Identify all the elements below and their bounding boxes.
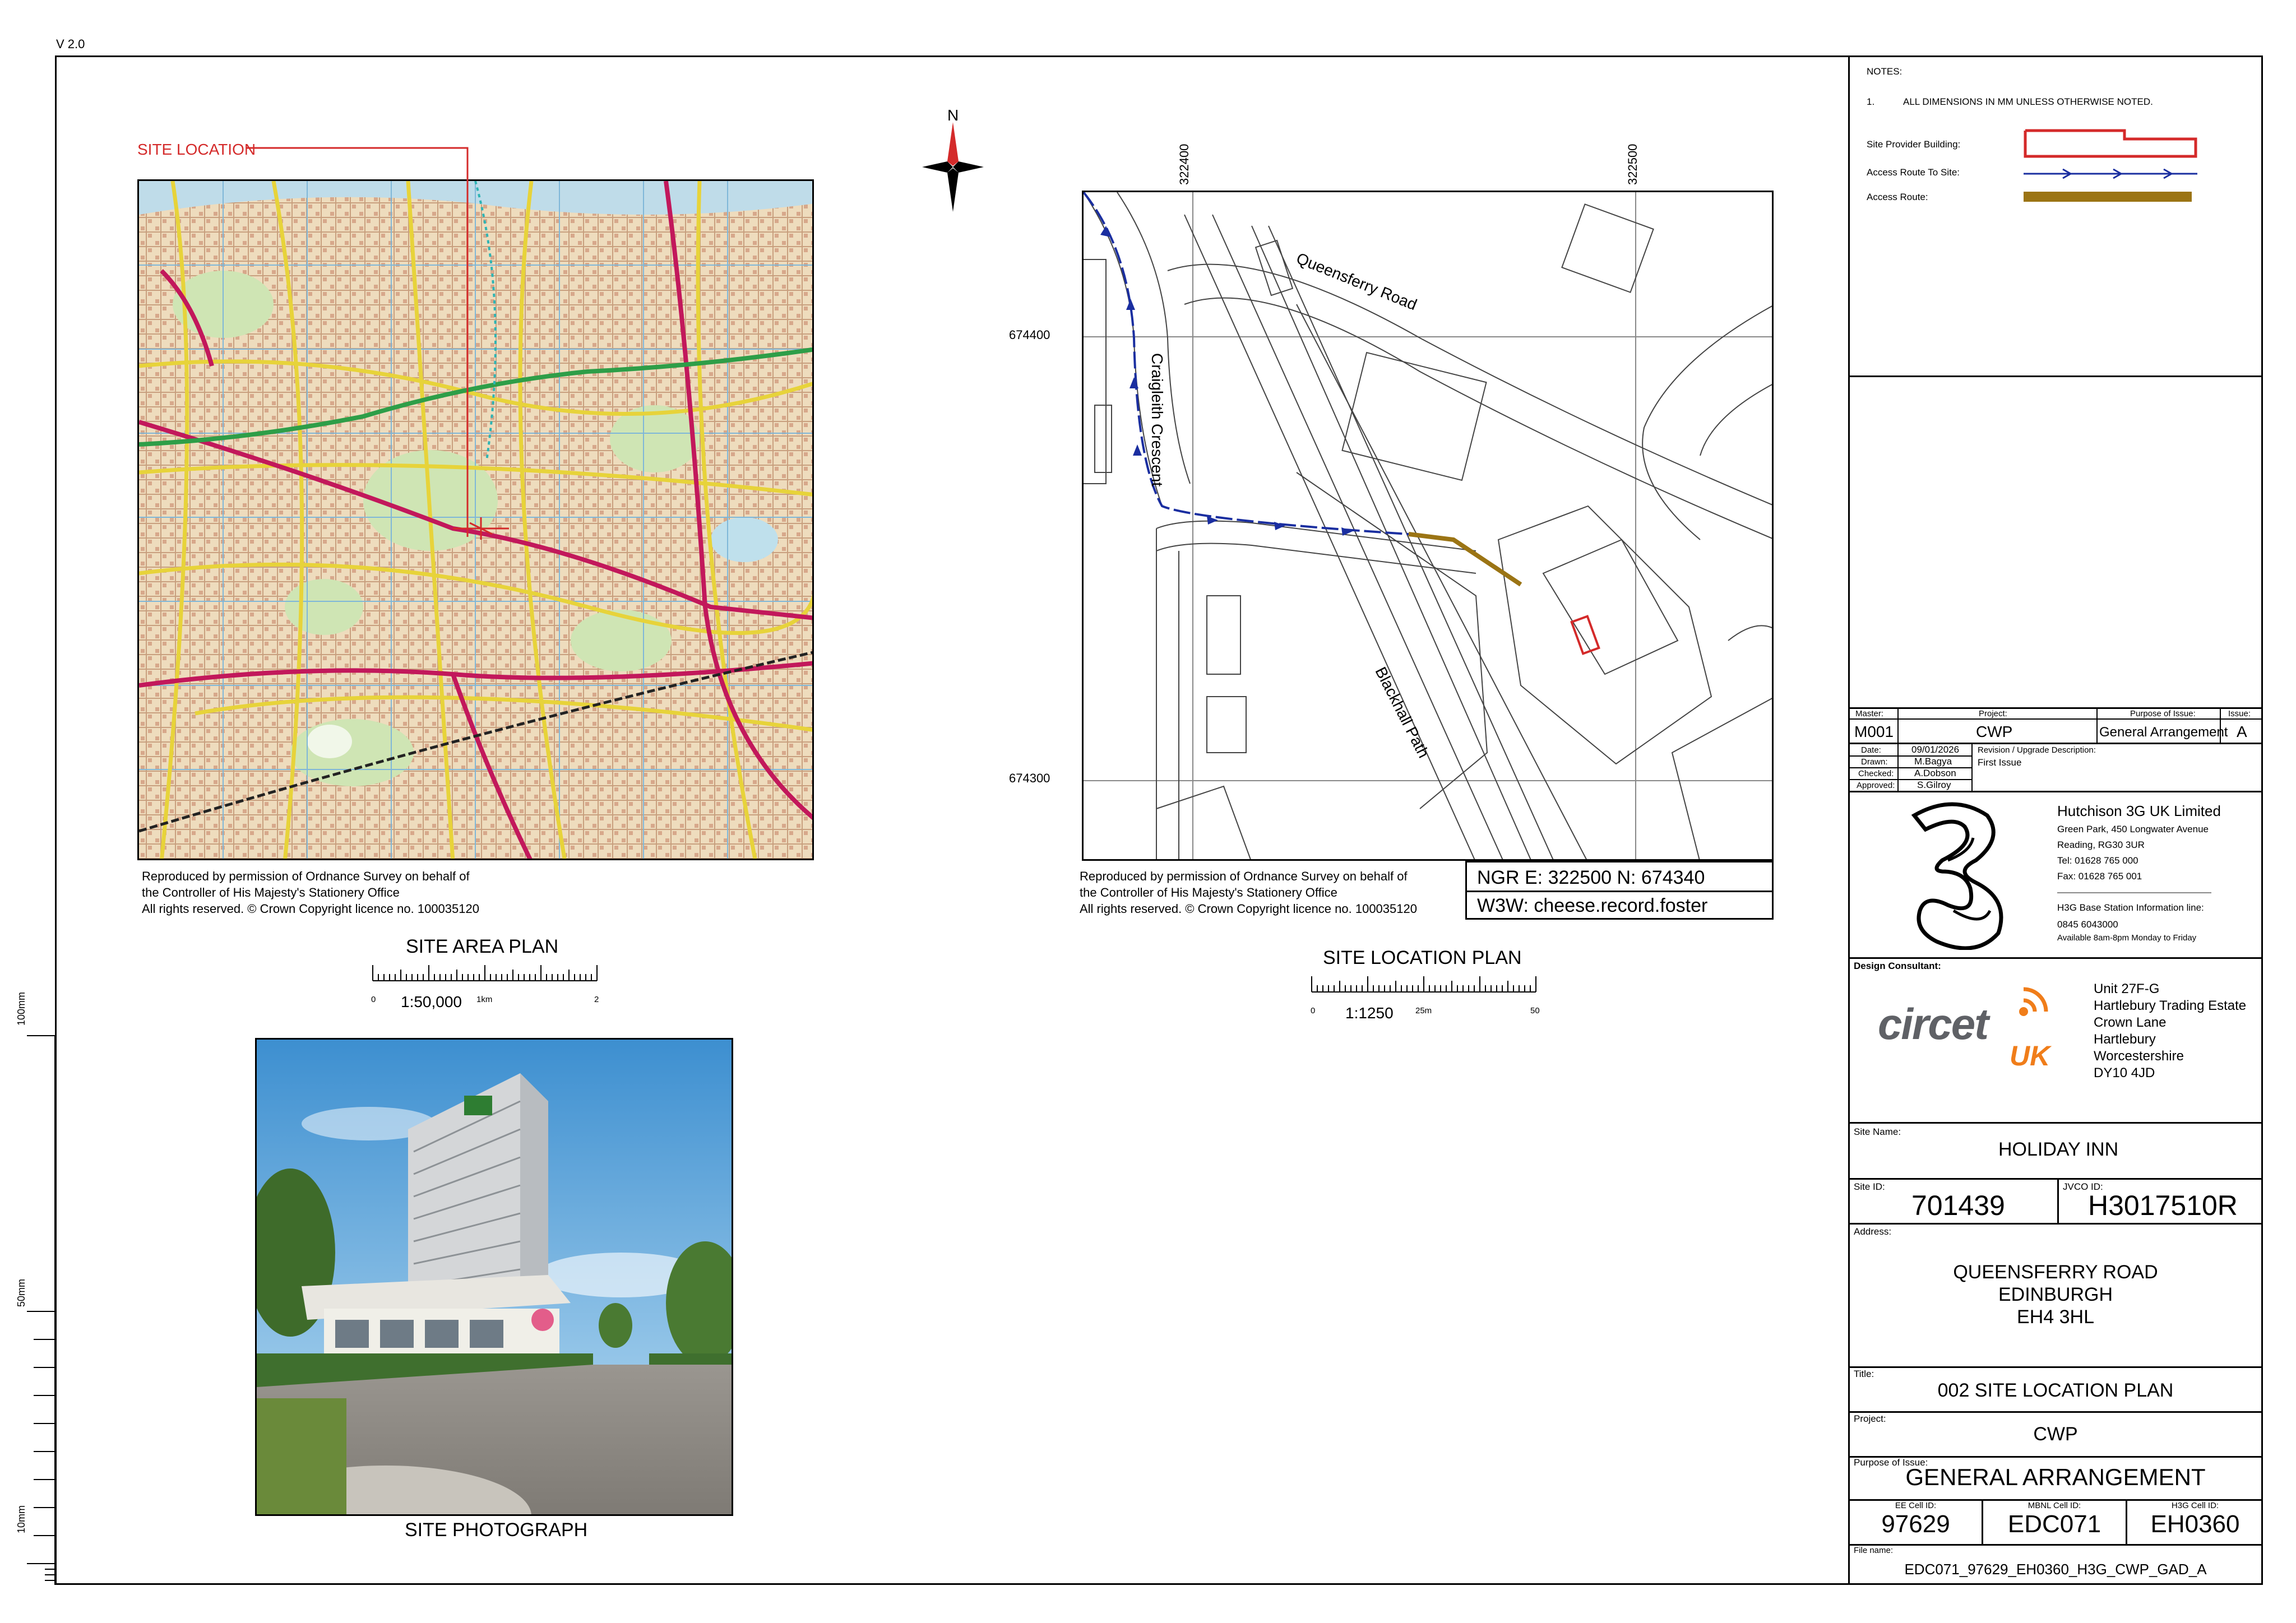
approved-label: Approved: bbox=[1857, 781, 1895, 790]
project-label: Project: bbox=[1979, 709, 2007, 718]
ruler-label-50: 50mm bbox=[16, 1278, 27, 1307]
site-area-scale-start: 0 bbox=[371, 995, 376, 1004]
consultant-address: Unit 27F-G Hartlebury Trading Estate Cro… bbox=[2094, 981, 2247, 1081]
road-label-craigleith: Craigleith Crescent bbox=[1149, 353, 1166, 487]
issue-value: A bbox=[2237, 723, 2247, 740]
date-label: Date: bbox=[1861, 745, 1881, 755]
site-location-plan-title: SITE LOCATION PLAN bbox=[1323, 947, 1522, 968]
legend-route-to-site-swatch bbox=[2024, 168, 2197, 179]
master-label: Master: bbox=[1855, 709, 1884, 718]
client-tel: Tel: 01628 765 000 bbox=[2057, 855, 2138, 866]
master-value: M001 bbox=[1854, 723, 1894, 740]
site-location-scale-start: 0 bbox=[1311, 1006, 1316, 1015]
revision-value: First Issue bbox=[1978, 757, 2022, 768]
address-value: QUEENSFERRY ROAD EDINBURGH EH4 3HL bbox=[1953, 1262, 2158, 1328]
consultant-logo: circet bbox=[1878, 999, 1989, 1049]
checked-value: A.Dobson bbox=[1914, 768, 1956, 778]
site-area-scale-mid: 1km bbox=[476, 995, 493, 1004]
legend-access-route-label: Access Route: bbox=[1867, 192, 1928, 202]
revision-label: Revision / Upgrade Description: bbox=[1978, 745, 2096, 755]
client-town: Reading, RG30 3UR bbox=[2057, 840, 2145, 850]
client-fax: Fax: 01628 765 001 bbox=[2057, 871, 2142, 882]
approved-value: S.Gilroy bbox=[1917, 780, 1951, 790]
client-info-hours: Available 8am-8pm Monday to Friday bbox=[2057, 933, 2197, 943]
mbnl-value: EDC071 bbox=[2007, 1510, 2101, 1538]
drawn-value: M.Bagya bbox=[1914, 756, 1952, 767]
ngr-value: NGR E: 322500 N: 674340 bbox=[1477, 867, 1705, 888]
ee-value: 97629 bbox=[1881, 1510, 1950, 1538]
date-value: 09/01/2026 bbox=[1911, 744, 1960, 755]
ruler-label-10: 10mm bbox=[16, 1505, 27, 1533]
site-location-scale-end: 50 bbox=[1530, 1006, 1540, 1015]
site-location-copyright: Reproduced by permission of Ordnance Sur… bbox=[1080, 869, 1417, 916]
w3w-value: W3W: cheese.record.foster bbox=[1477, 895, 1708, 916]
site-area-copyright: Reproduced by permission of Ordnance Sur… bbox=[142, 869, 479, 916]
title-value: 002 SITE LOCATION PLAN bbox=[1937, 1380, 2174, 1401]
site-area-scale-end: 2 bbox=[594, 995, 599, 1004]
checked-label: Checked: bbox=[1858, 769, 1894, 778]
legend-building-swatch bbox=[2024, 129, 2197, 158]
callout-leader bbox=[247, 147, 469, 537]
legend-access-route-to-site-label: Access Route To Site: bbox=[1867, 167, 1960, 178]
title-label: Title: bbox=[1854, 1369, 1874, 1379]
jvco-value: H3017510R bbox=[2088, 1190, 2238, 1221]
version-label: V 2.0 bbox=[56, 37, 85, 51]
h3g-label: H3G Cell ID: bbox=[2171, 1501, 2219, 1510]
purpose-value: General Arrangement bbox=[2099, 725, 2228, 740]
site-id-value: 701439 bbox=[1911, 1190, 2005, 1221]
consultant-logo-sub: UK bbox=[2010, 1040, 2050, 1072]
ngr-box: NGR E: 322500 N: 674340 W3W: cheese.reco… bbox=[1465, 861, 1774, 920]
grid-e-322500: 322500 bbox=[1626, 143, 1640, 185]
address-label: Address: bbox=[1854, 1226, 1892, 1237]
site-location-scale: 1:1250 bbox=[1345, 1004, 1394, 1022]
site-area-map bbox=[137, 179, 814, 860]
site-name-label: Site Name: bbox=[1854, 1126, 1901, 1137]
project2-label: Project: bbox=[1854, 1413, 1886, 1424]
legend-site-provider-building-label: Site Provider Building: bbox=[1867, 139, 1961, 150]
client-address: Green Park, 450 Longwater Avenue bbox=[2057, 824, 2209, 834]
client-name: Hutchison 3G UK Limited bbox=[2057, 803, 2221, 819]
site-area-plan-title: SITE AREA PLAN bbox=[406, 936, 559, 957]
client-info-phone: 0845 6043000 bbox=[2057, 919, 2118, 930]
notes-heading: NOTES: bbox=[1867, 66, 1902, 77]
h3g-value: EH0360 bbox=[2150, 1510, 2240, 1538]
mbnl-label: MBNL Cell ID: bbox=[2027, 1501, 2081, 1510]
grid-n-674300: 674300 bbox=[1009, 771, 1050, 785]
site-name-value: HOLIDAY INN bbox=[1998, 1139, 2119, 1160]
project2-value: CWP bbox=[2033, 1423, 2078, 1445]
site-id-label: Site ID: bbox=[1854, 1181, 1885, 1192]
notes-item-number: 1. bbox=[1867, 96, 1875, 107]
site-location-scale-bar bbox=[1311, 976, 1536, 993]
site-location-scale-mid: 25m bbox=[1415, 1006, 1432, 1015]
circet-signal-icon bbox=[2019, 987, 2048, 1016]
purpose-label: Purpose of Issue: bbox=[2130, 709, 2196, 718]
grid-n-674400: 674400 bbox=[1009, 328, 1050, 342]
site-photograph bbox=[255, 1038, 733, 1516]
ruler-label-100: 100mm bbox=[16, 991, 27, 1026]
site-area-scale: 1:50,000 bbox=[401, 993, 462, 1010]
site-location-map bbox=[1082, 191, 1774, 861]
consultant-label: Design Consultant: bbox=[1854, 961, 1941, 971]
north-arrow-icon bbox=[922, 122, 984, 212]
notes-item-text: ALL DIMENSIONS IN MM UNLESS OTHERWISE NO… bbox=[1903, 96, 2153, 107]
project-value: CWP bbox=[1976, 723, 2013, 740]
client-info-label: H3G Base Station Information line: bbox=[2057, 902, 2204, 913]
file-label: File name: bbox=[1854, 1546, 1894, 1555]
grid-e-322400: 322400 bbox=[1177, 143, 1191, 185]
issue-label: Issue: bbox=[2228, 709, 2251, 718]
three-logo bbox=[1911, 802, 2003, 950]
purpose2-value: GENERAL ARRANGEMENT bbox=[1905, 1464, 2206, 1490]
side-ruler bbox=[27, 1035, 55, 1585]
drawn-label: Drawn: bbox=[1861, 757, 1888, 767]
site-area-scale-bar bbox=[372, 965, 598, 981]
site-location-callout: SITE LOCATION bbox=[137, 141, 256, 158]
file-value: EDC071_97629_EH0360_H3G_CWP_GAD_A bbox=[1904, 1561, 2207, 1578]
legend-access-route-swatch bbox=[2024, 192, 2192, 202]
site-photograph-title: SITE PHOTOGRAPH bbox=[405, 1519, 588, 1541]
ee-label: EE Cell ID: bbox=[1895, 1501, 1937, 1510]
